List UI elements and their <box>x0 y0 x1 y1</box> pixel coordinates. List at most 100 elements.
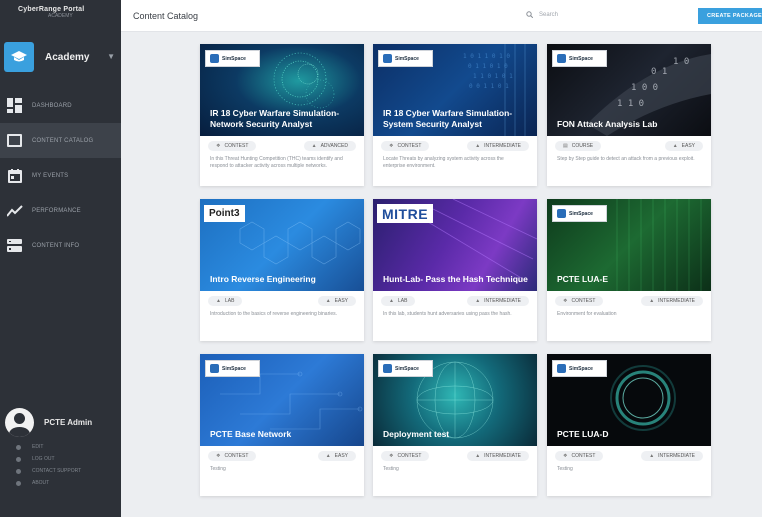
user-link-logout[interactable]: LOG OUT <box>16 453 121 465</box>
content-card[interactable]: 1 0 0 0 1 1 0 1 1 0 SimSpace FON Attack Ana… <box>547 44 711 186</box>
level-icon: ▲ <box>649 298 655 304</box>
server-info-icon <box>6 237 23 254</box>
type-tag-label: LAB <box>224 298 235 304</box>
level-tag: ▲ INTERMEDIATE <box>467 296 529 306</box>
academy-switcher[interactable]: Academy ▼ <box>0 40 121 74</box>
card-tags: ▲ LAB ▲ EASY <box>200 291 364 311</box>
provider-logo-text: SimSpace <box>569 55 593 62</box>
simspace-logo-icon <box>557 54 566 63</box>
search-icon <box>526 11 533 18</box>
level-tag-label: INTERMEDIATE <box>484 298 521 304</box>
user-link-edit[interactable]: EDIT <box>16 441 121 453</box>
card-description: In this Threat Hunting Competition (THC)… <box>210 156 343 169</box>
card-title: Intro Reverse Engineering <box>210 274 316 284</box>
simspace-logo-icon <box>383 364 392 373</box>
bullet-icon <box>16 456 21 462</box>
brand-subtitle: ACADEMY <box>48 13 73 19</box>
provider-logo-text: SimSpace <box>395 365 419 372</box>
trending-chart-icon <box>6 202 23 219</box>
svg-text:1 1 0 1 0 1: 1 1 0 1 0 1 <box>473 73 513 80</box>
trophy-icon: ❖ <box>216 453 221 459</box>
card-tags: ▲ LAB ▲ INTERMEDIATE <box>373 291 537 311</box>
simspace-logo-icon <box>557 209 566 218</box>
content-card[interactable]: Point3 Intro Reverse Engineering ▲ LAB ▲ E… <box>200 199 364 341</box>
card-tags: ▤ COURSE ▲ EASY <box>547 136 711 156</box>
card-title: PCTE LUA-D <box>557 429 609 439</box>
card-tags: ❖ CONTEST ▲ INTERMEDIATE <box>547 446 711 466</box>
bullet-icon <box>16 444 21 450</box>
level-tag: ▲ INTERMEDIATE <box>641 451 703 461</box>
book-icon: ▤ <box>563 143 568 149</box>
dashboard-icon <box>6 97 23 114</box>
provider-logo: MITRE <box>377 204 434 223</box>
user-link-label: ABOUT <box>32 480 50 486</box>
card-thumbnail: 1 0 1 1 0 1 0 0 1 1 0 1 0 1 1 0 1 0 1 0 0 1… <box>373 44 537 136</box>
content-card[interactable]: SimSpace PCTE LUA-E ❖ CONTEST ▲ INTERMEDIA… <box>547 199 711 341</box>
create-package-button[interactable]: CREATE PACKAGE <box>698 8 762 24</box>
type-tag-label: CONTEST <box>397 453 422 459</box>
sidebar-item-content-catalog[interactable]: CONTENT CATALOG <box>0 123 121 158</box>
card-title: Deployment test <box>383 429 450 439</box>
type-tag: ▤ COURSE <box>555 141 602 151</box>
sidebar-item-label: CONTENT CATALOG <box>32 137 94 144</box>
provider-logo-text: SimSpace <box>222 365 246 372</box>
card-thumbnail: SimSpace IR 18 Cyber Warfare Simulation-… <box>200 44 364 136</box>
user-links: EDIT LOG OUT CONTACT SUPPORT ABOUT <box>0 441 121 489</box>
card-thumbnail: 1 0 0 0 1 1 0 1 1 0 SimSpace FON Attack Ana… <box>547 44 711 136</box>
type-tag-label: CONTEST <box>571 298 596 304</box>
card-thumbnail: SimSpace PCTE LUA-E <box>547 199 711 291</box>
level-icon: ▲ <box>325 453 331 459</box>
svg-text:0 1 1 0 1 0: 0 1 1 0 1 0 <box>468 63 508 70</box>
content-card[interactable]: 1 0 1 1 0 1 0 0 1 1 0 1 0 1 1 0 1 0 1 0 0 1… <box>373 44 537 186</box>
simspace-logo-icon <box>210 364 219 373</box>
content-card[interactable]: SimSpace Deployment test ❖ CONTEST ▲ INTER… <box>373 354 537 496</box>
type-tag-label: CONTEST <box>571 453 596 459</box>
sidebar-item-content-info[interactable]: CONTENT INFO <box>0 228 121 263</box>
level-tag-label: ADVANCED <box>320 143 348 149</box>
svg-text:1 0 1 1 0 1 0: 1 0 1 1 0 1 0 <box>463 53 510 60</box>
sidebar-item-performance[interactable]: PERFORMANCE <box>0 193 121 228</box>
graduation-cap-icon <box>4 42 34 72</box>
content-card[interactable]: MITRE Hunt-Lab- Pass the Hash Technique … <box>373 199 537 341</box>
type-tag-label: CONTEST <box>397 143 422 149</box>
provider-logo-text: SimSpace <box>222 55 246 62</box>
card-description: Testing <box>383 466 399 472</box>
level-tag: ▲ INTERMEDIATE <box>641 296 703 306</box>
card-title: IR 18 Cyber Warfare Simulation- System S… <box>383 108 513 129</box>
provider-logo: SimSpace <box>378 50 433 67</box>
trophy-icon: ❖ <box>216 143 221 149</box>
provider-logo: SimSpace <box>552 50 607 67</box>
sidebar-item-dashboard[interactable]: DASHBOARD <box>0 88 121 123</box>
user-panel: PCTE Admin EDIT LOG OUT CONTACT SUPPORT … <box>0 403 121 489</box>
search-input[interactable]: Search <box>526 11 558 18</box>
user-link-contact-support[interactable]: CONTACT SUPPORT <box>16 465 121 477</box>
simspace-logo-icon <box>210 54 219 63</box>
card-tags: ❖ CONTEST ▲ INTERMEDIATE <box>373 446 537 466</box>
provider-logo: SimSpace <box>552 205 607 222</box>
card-title: Hunt-Lab- Pass the Hash Technique <box>383 274 528 284</box>
content-card[interactable]: SimSpace IR 18 Cyber Warfare Simulation-… <box>200 44 364 186</box>
trophy-icon: ❖ <box>389 453 394 459</box>
card-description: Locate Threats by analyzing system activ… <box>383 156 504 169</box>
user-link-about[interactable]: ABOUT <box>16 477 121 489</box>
provider-logo-text: SimSpace <box>569 365 593 372</box>
level-icon: ▲ <box>475 298 481 304</box>
user-profile[interactable]: PCTE Admin <box>0 403 121 441</box>
level-tag: ▲ EASY <box>317 451 356 461</box>
card-tags: ❖ CONTEST ▲ INTERMEDIATE <box>547 291 711 311</box>
avatar <box>5 407 34 437</box>
user-link-label: EDIT <box>32 444 44 450</box>
sidebar-item-label: PERFORMANCE <box>32 207 81 214</box>
sidebar-item-my-events[interactable]: MY EVENTS <box>0 158 121 193</box>
sidebar-item-label: CONTENT INFO <box>32 242 80 249</box>
type-tag: ❖ CONTEST <box>555 451 604 461</box>
level-icon: ▲ <box>672 143 678 149</box>
brand: CyberRange Portal ACADEMY <box>0 0 121 34</box>
provider-logo: SimSpace <box>552 360 607 377</box>
content-card[interactable]: SimSpace PCTE LUA-D ❖ CONTEST ▲ INTERMEDIA… <box>547 354 711 496</box>
content-card[interactable]: SimSpace PCTE Base Network ❖ CONTEST ▲ EAS… <box>200 354 364 496</box>
provider-logo-text: SimSpace <box>395 55 419 62</box>
level-tag-label: EASY <box>681 143 695 149</box>
trophy-icon: ❖ <box>563 298 568 304</box>
type-tag: ❖ CONTEST <box>381 141 430 151</box>
